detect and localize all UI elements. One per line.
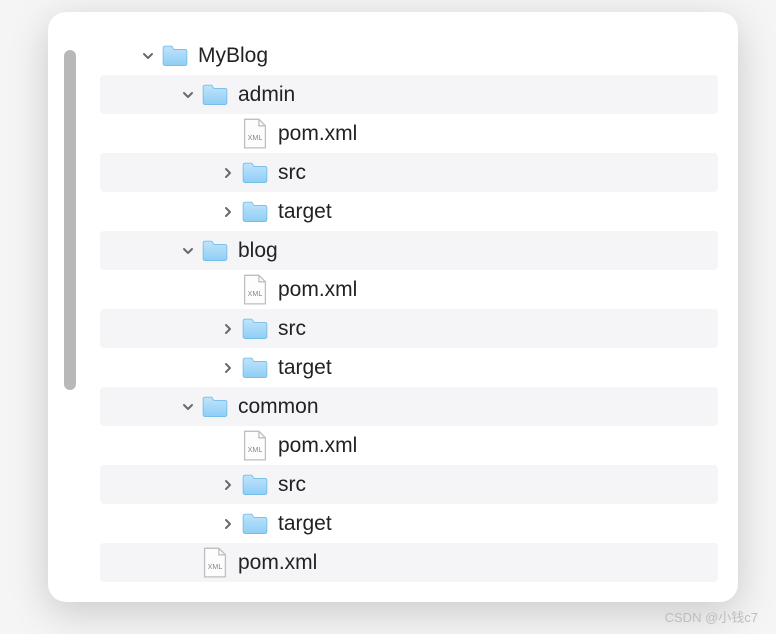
tree-item-label: pom.xml <box>278 434 357 458</box>
xml-file-icon: XML <box>242 279 268 301</box>
tree-row-src[interactable]: src <box>100 153 718 192</box>
folder-icon <box>162 45 188 67</box>
tree-item-label: pom.xml <box>278 278 357 302</box>
tree-row-common[interactable]: common <box>100 387 718 426</box>
chevron-right-icon[interactable] <box>220 321 236 337</box>
folder-icon <box>242 513 268 535</box>
tree-row-pom-xml[interactable]: XML pom.xml <box>100 114 718 153</box>
folder-icon <box>202 84 228 106</box>
tree-item-label: src <box>278 317 306 341</box>
tree-item-label: target <box>278 356 332 380</box>
chevron-right-icon[interactable] <box>220 360 236 376</box>
chevron-right-icon[interactable] <box>220 165 236 181</box>
tree-row-target[interactable]: target <box>100 192 718 231</box>
chevron-down-icon[interactable] <box>140 48 156 64</box>
folder-icon <box>202 396 228 418</box>
tree-row-blog[interactable]: blog <box>100 231 718 270</box>
tree-row-admin[interactable]: admin <box>100 75 718 114</box>
chevron-right-icon[interactable] <box>220 477 236 493</box>
tree-row-target[interactable]: target <box>100 348 718 387</box>
watermark: CSDN @小钱c7 <box>665 607 758 626</box>
chevron-down-icon[interactable] <box>180 243 196 259</box>
xml-file-icon: XML <box>242 435 268 457</box>
folder-icon <box>242 357 268 379</box>
tree-item-label: src <box>278 473 306 497</box>
folder-icon <box>242 318 268 340</box>
tree-row-src[interactable]: src <box>100 465 718 504</box>
chevron-down-icon[interactable] <box>180 87 196 103</box>
svg-text:XML: XML <box>248 290 263 298</box>
tree-item-label: pom.xml <box>238 551 317 575</box>
tree-row-src[interactable]: src <box>100 309 718 348</box>
folder-icon <box>242 201 268 223</box>
tree-row-pom-xml[interactable]: XML pom.xml <box>100 543 718 582</box>
tree-row-MyBlog[interactable]: MyBlog <box>100 36 718 75</box>
tree-item-label: blog <box>238 239 278 263</box>
tree-row-pom-xml[interactable]: XML pom.xml <box>100 426 718 465</box>
svg-text:XML: XML <box>248 134 263 142</box>
svg-text:XML: XML <box>248 446 263 454</box>
file-explorer-window: MyBlogadminXMLpom.xmlsrctargetblogXMLpom… <box>48 12 738 602</box>
file-tree: MyBlogadminXMLpom.xmlsrctargetblogXMLpom… <box>48 12 738 592</box>
tree-item-label: target <box>278 512 332 536</box>
tree-item-label: admin <box>238 83 295 107</box>
chevron-right-icon[interactable] <box>220 204 236 220</box>
folder-icon <box>242 474 268 496</box>
tree-item-label: src <box>278 161 306 185</box>
tree-item-label: pom.xml <box>278 122 357 146</box>
chevron-down-icon[interactable] <box>180 399 196 415</box>
chevron-right-icon[interactable] <box>220 516 236 532</box>
xml-file-icon: XML <box>242 123 268 145</box>
svg-text:XML: XML <box>208 563 223 571</box>
tree-item-label: target <box>278 200 332 224</box>
folder-icon <box>242 162 268 184</box>
tree-row-pom-xml[interactable]: XML pom.xml <box>100 270 718 309</box>
tree-item-label: MyBlog <box>198 44 268 68</box>
tree-item-label: common <box>238 395 319 419</box>
scrollbar-thumb[interactable] <box>64 50 76 390</box>
xml-file-icon: XML <box>202 552 228 574</box>
tree-row-target[interactable]: target <box>100 504 718 543</box>
folder-icon <box>202 240 228 262</box>
